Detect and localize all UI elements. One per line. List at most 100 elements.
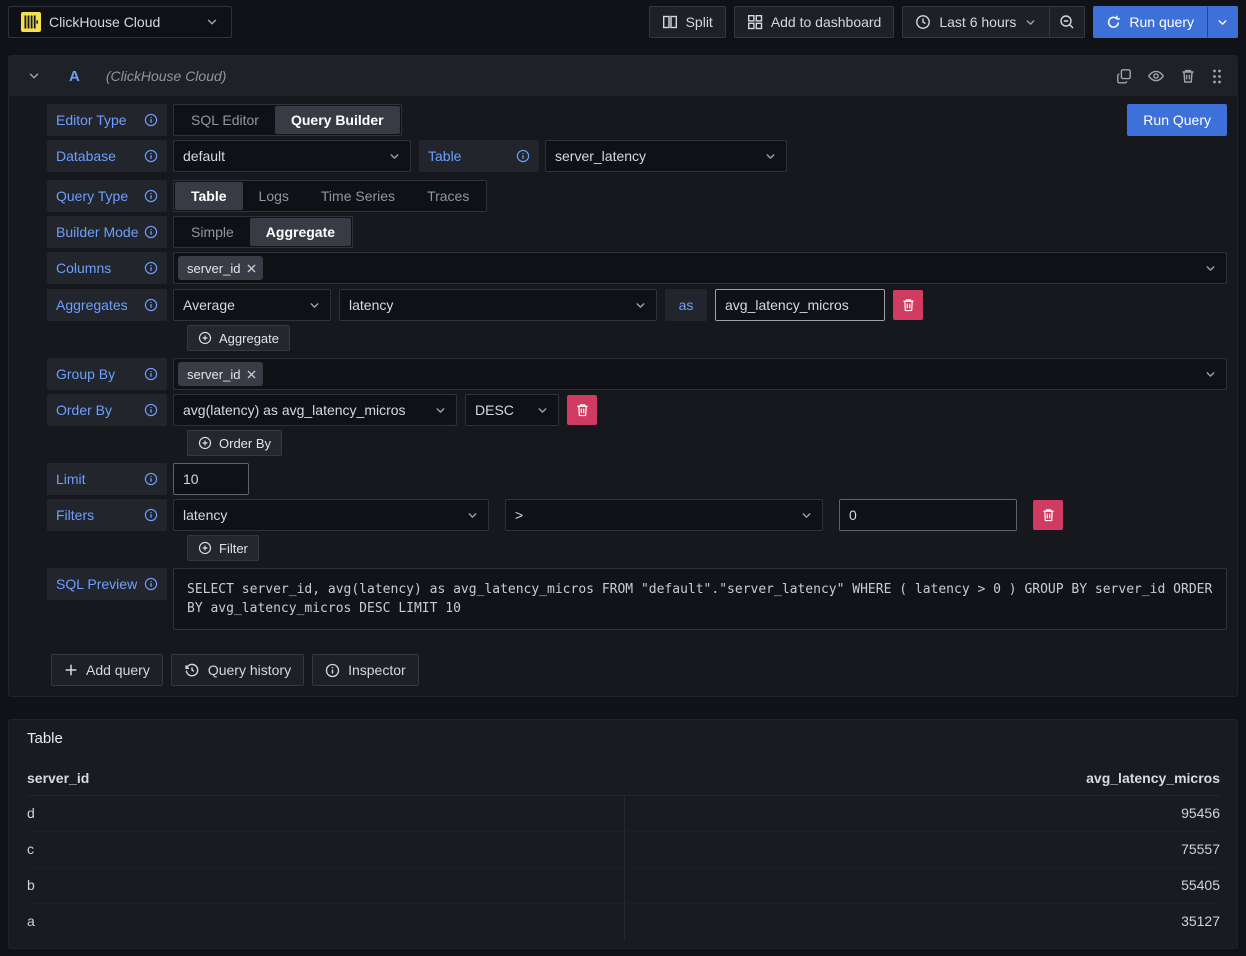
remove-filter-button[interactable] xyxy=(1033,500,1063,530)
info-icon[interactable] xyxy=(144,508,158,522)
order-by-field-select[interactable]: avg(latency) as avg_latency_micros xyxy=(173,394,457,426)
filter-operator-select[interactable]: > xyxy=(505,499,823,531)
info-icon[interactable] xyxy=(144,367,158,381)
cell-server-id: c xyxy=(27,832,624,868)
info-icon[interactable] xyxy=(144,113,158,127)
column-header-server-id[interactable]: server_id xyxy=(27,761,624,795)
editor-type-switch: SQL Editor Query Builder xyxy=(173,104,402,136)
remove-chip-icon[interactable] xyxy=(247,264,256,273)
query-editor-panel: A (ClickHouse Cloud) Editor Type xyxy=(8,55,1238,697)
zoom-out-button[interactable] xyxy=(1050,6,1085,38)
query-type-logs[interactable]: Logs xyxy=(243,182,305,210)
chevron-down-icon xyxy=(1216,16,1229,29)
toggle-visibility-icon[interactable] xyxy=(1147,67,1165,85)
query-type-traces[interactable]: Traces xyxy=(411,182,485,210)
filter-value-input[interactable] xyxy=(839,499,1017,531)
order-by-label: Order By xyxy=(47,394,167,426)
chevron-down-icon xyxy=(536,404,549,417)
chevron-down-icon xyxy=(634,299,647,312)
aggregates-label: Aggregates xyxy=(47,289,167,321)
add-filter-button[interactable]: Filter xyxy=(187,535,259,561)
remove-order-by-button[interactable] xyxy=(567,395,597,425)
query-ref-id[interactable]: A xyxy=(69,68,80,85)
chevron-down-icon xyxy=(308,299,321,312)
builder-mode-label: Builder Mode xyxy=(47,216,167,248)
chevron-down-icon xyxy=(388,150,401,163)
columns-multiselect[interactable]: server_id xyxy=(173,252,1227,284)
query-row-header[interactable]: A (ClickHouse Cloud) xyxy=(9,56,1237,96)
split-icon xyxy=(662,14,678,30)
table-row: b 55405 xyxy=(27,868,1220,904)
aggregate-alias-input[interactable] xyxy=(715,289,885,321)
duplicate-query-icon[interactable] xyxy=(1116,68,1132,84)
drag-handle-icon[interactable] xyxy=(1211,68,1223,85)
info-icon[interactable] xyxy=(144,298,158,312)
database-select[interactable]: default xyxy=(173,140,411,172)
cell-server-id: d xyxy=(27,796,624,832)
filter-field-select[interactable]: latency xyxy=(173,499,489,531)
run-query-button[interactable]: Run query xyxy=(1093,6,1207,38)
table-row: a 35127 xyxy=(27,904,1220,940)
remove-query-icon[interactable] xyxy=(1180,68,1196,84)
table-select[interactable]: server_latency xyxy=(545,140,787,172)
order-by-direction-select[interactable]: DESC xyxy=(465,394,559,426)
remove-aggregate-button[interactable] xyxy=(893,290,923,320)
time-range-picker[interactable]: Last 6 hours xyxy=(902,6,1050,38)
split-button[interactable]: Split xyxy=(649,6,726,38)
info-icon[interactable] xyxy=(516,149,530,163)
panel-title[interactable]: Table xyxy=(27,727,63,761)
time-picker-group: Last 6 hours xyxy=(902,6,1085,38)
info-icon[interactable] xyxy=(144,472,158,486)
cell-avg-latency: 95456 xyxy=(624,796,1221,832)
plus-icon xyxy=(64,663,78,677)
circle-plus-icon xyxy=(198,541,212,555)
query-type-table[interactable]: Table xyxy=(175,182,243,210)
column-chip: server_id xyxy=(178,256,263,280)
add-order-by-button[interactable]: Order By xyxy=(187,430,282,456)
info-icon[interactable] xyxy=(144,261,158,275)
circle-plus-icon xyxy=(198,331,212,345)
builder-mode-simple[interactable]: Simple xyxy=(175,218,250,246)
explore-toolbar: ClickHouse Cloud Split Add to dashboard … xyxy=(0,0,1246,44)
remove-chip-icon[interactable] xyxy=(247,370,256,379)
info-icon[interactable] xyxy=(144,403,158,417)
query-type-label: Query Type xyxy=(47,180,167,212)
circle-plus-icon xyxy=(198,436,212,450)
group-by-chip: server_id xyxy=(178,362,263,386)
limit-input[interactable] xyxy=(173,463,249,495)
table-result-panel: Table server_id avg_latency_micros d 954… xyxy=(8,719,1238,949)
chevron-down-icon xyxy=(800,509,813,522)
chevron-down-icon xyxy=(1024,16,1037,29)
group-by-multiselect[interactable]: server_id xyxy=(173,358,1227,390)
filters-label: Filters xyxy=(47,499,167,531)
inspector-button[interactable]: Inspector xyxy=(312,654,419,686)
run-query-group: Run query xyxy=(1093,6,1238,38)
add-to-dashboard-button[interactable]: Add to dashboard xyxy=(734,6,895,38)
info-icon[interactable] xyxy=(144,189,158,203)
aggregate-function-select[interactable]: Average xyxy=(173,289,331,321)
aggregate-column-select[interactable]: latency xyxy=(339,289,657,321)
run-query-panel-button[interactable]: Run Query xyxy=(1127,104,1227,136)
editor-type-sql-editor[interactable]: SQL Editor xyxy=(175,106,275,134)
query-builder-body: Editor Type SQL Editor Query Builder Run… xyxy=(9,96,1237,696)
run-query-caret-button[interactable] xyxy=(1207,6,1238,38)
editor-type-query-builder[interactable]: Query Builder xyxy=(275,106,400,134)
cell-avg-latency: 35127 xyxy=(624,904,1221,940)
info-icon[interactable] xyxy=(144,577,158,591)
collapse-chevron-icon[interactable] xyxy=(27,69,41,83)
info-icon[interactable] xyxy=(144,225,158,239)
column-header-avg-latency[interactable]: avg_latency_micros xyxy=(624,761,1221,795)
info-icon[interactable] xyxy=(144,149,158,163)
query-history-button[interactable]: Query history xyxy=(171,654,304,686)
query-type-time-series[interactable]: Time Series xyxy=(305,182,411,210)
columns-label: Columns xyxy=(47,252,167,284)
chevron-down-icon xyxy=(1204,368,1217,381)
datasource-picker[interactable]: ClickHouse Cloud xyxy=(8,6,232,38)
sql-preview-text: SELECT server_id, avg(latency) as avg_la… xyxy=(173,568,1227,630)
zoom-out-icon xyxy=(1059,14,1075,30)
clickhouse-logo-icon xyxy=(21,12,41,32)
add-aggregate-button[interactable]: Aggregate xyxy=(187,325,290,351)
as-label: as xyxy=(665,289,707,321)
add-query-button[interactable]: Add query xyxy=(51,654,163,686)
builder-mode-aggregate[interactable]: Aggregate xyxy=(250,218,351,246)
